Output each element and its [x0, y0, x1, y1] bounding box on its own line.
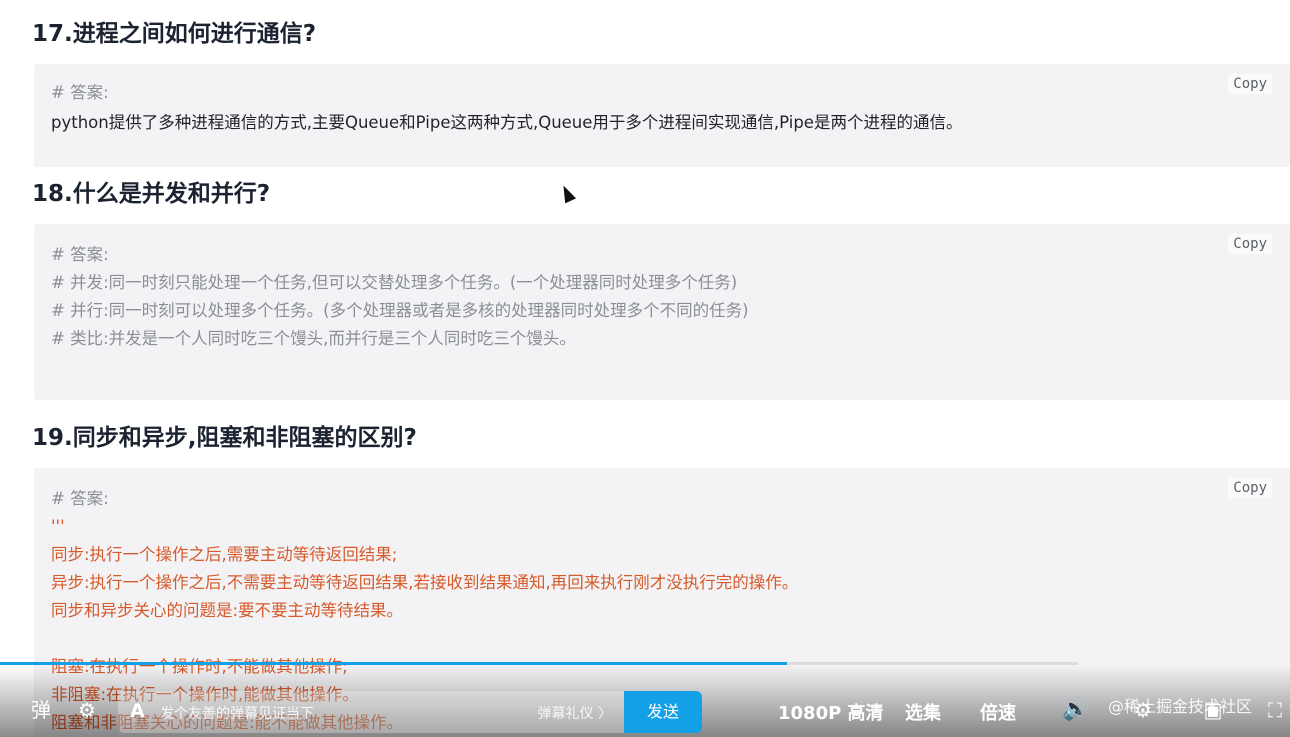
code-line: # 类比:并发是一个人同时吃三个馒头,而并行是三个人同时吃三个馒头。 [51, 329, 576, 348]
quality-button[interactable]: 1080P 高清 [778, 699, 884, 725]
danmaku-style-icon[interactable]: A [130, 700, 145, 722]
progress-fill [0, 662, 787, 665]
code-line: 同步和异步关心的问题是:要不要主动等待结果。 [51, 601, 404, 620]
page: 17.进程之间如何进行通信? Copy # 答案: python提供了多种进程通信… [0, 0, 1290, 737]
fullscreen-icon[interactable]: ⛶ [1262, 697, 1288, 723]
danmaku-placeholder: 发个友善的弹幕见证当下 [160, 706, 314, 722]
question-17-title: 17.进程之间如何进行通信? [32, 21, 317, 47]
danmaku-toggle-icon[interactable]: 弹 [28, 697, 54, 723]
code-line: # 答案: [51, 489, 109, 508]
code-block-17: Copy # 答案: python提供了多种进程通信的方式,主要Queue和Pip… [34, 64, 1290, 167]
watermark: @稀土掘金技术社区 [1108, 697, 1253, 716]
copy-button[interactable]: Copy [1228, 234, 1272, 254]
danmaku-settings-icon[interactable]: ⚙ [74, 697, 100, 723]
send-button[interactable]: 发送 [624, 691, 702, 733]
question-18-title: 18.什么是并发和并行? [32, 181, 271, 207]
code-line: # 并行:同一时刻可以处理多个任务。(多个处理器或者是多核的处理器同时处理多个不… [51, 301, 749, 320]
code-line: # 答案: [51, 83, 109, 102]
code-line: python提供了多种进程通信的方式,主要Queue和Pipe这两种方式,Que… [51, 113, 963, 132]
copy-button[interactable]: Copy [1228, 478, 1272, 498]
volume-icon[interactable]: 🔊 [1062, 697, 1089, 723]
progress-bar[interactable] [0, 662, 1078, 665]
speed-button[interactable]: 倍速 [980, 699, 1016, 725]
code-lines: # 答案: python提供了多种进程通信的方式,主要Queue和Pipe这两种方… [51, 78, 1170, 138]
question-19-title: 19.同步和异步,阻塞和非阻塞的区别? [32, 425, 417, 451]
episodes-button[interactable]: 选集 [905, 699, 941, 725]
code-block-18: Copy # 答案: # 并发:同一时刻只能处理一个任务,但可以交替处理多个任务。… [34, 224, 1290, 400]
code-line: 同步:执行一个操作之后,需要主动等待返回结果; [51, 545, 398, 564]
code-line: 异步:执行一个操作之后,不需要主动等待返回结果,若接收到结果通知,再回来执行刚才… [51, 573, 799, 592]
copy-button[interactable]: Copy [1228, 74, 1272, 94]
danmaku-etiquette-link[interactable]: 弹幕礼仪 〉 [538, 703, 612, 723]
mouse-cursor-icon [558, 182, 577, 204]
danmaku-input[interactable]: A 发个友善的弹幕见证当下 弹幕礼仪 〉 [118, 691, 624, 733]
code-line: # 答案: [51, 245, 109, 264]
code-lines: # 答案: # 并发:同一时刻只能处理一个任务,但可以交替处理多个任务。(一个处理… [51, 241, 1170, 353]
code-line: # 并发:同一时刻只能处理一个任务,但可以交替处理多个任务。(一个处理器同时处理… [51, 273, 738, 292]
code-line: ''' [51, 517, 65, 536]
